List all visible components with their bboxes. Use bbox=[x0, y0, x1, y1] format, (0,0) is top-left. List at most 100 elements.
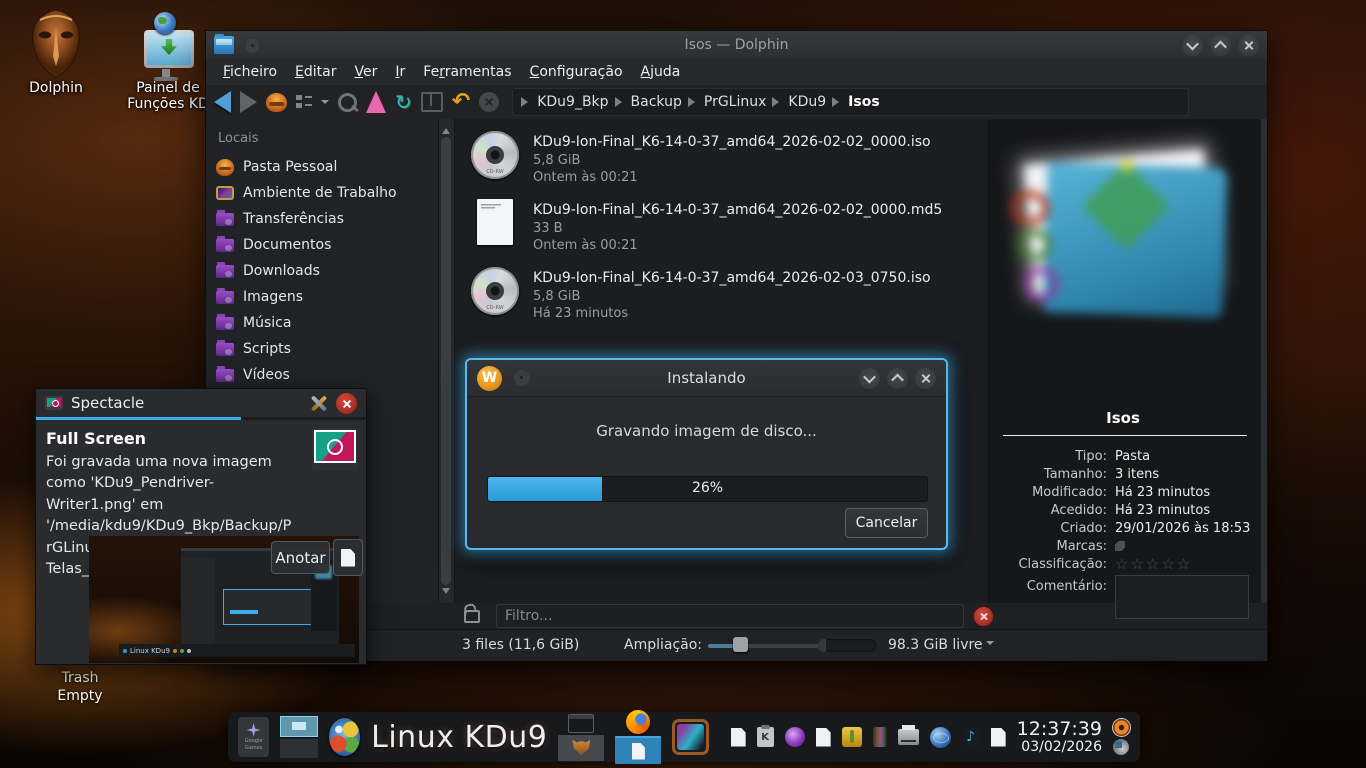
info-label-comentario: Comentário: bbox=[989, 579, 1107, 594]
refresh-button[interactable]: ↻ bbox=[395, 92, 412, 112]
titlebar[interactable]: Isos — Dolphin bbox=[206, 31, 1267, 60]
sidebar-item-scripts[interactable]: Scripts bbox=[206, 336, 438, 362]
sidebar-item-ambiente[interactable]: Ambiente de Trabalho bbox=[206, 180, 438, 206]
network-tray-icon[interactable] bbox=[930, 727, 951, 748]
file-name[interactable]: KDu9-Ion-Final_K6-14-0-37_amd64_2026-02-… bbox=[533, 269, 931, 288]
scroll-up-icon[interactable] bbox=[442, 124, 450, 134]
desktop-1-active[interactable] bbox=[280, 716, 318, 737]
forward-button[interactable] bbox=[240, 91, 257, 113]
painel-monitor-icon bbox=[144, 30, 194, 68]
printer-tray-icon[interactable] bbox=[898, 729, 919, 745]
digital-clock[interactable]: 12:37:39 03/02/2026 bbox=[1017, 720, 1102, 755]
info-panel-scrollbar[interactable] bbox=[1261, 119, 1267, 603]
dialog-maximize-button[interactable] bbox=[887, 368, 908, 389]
dolphin-desktop-icon-label[interactable]: Dolphin bbox=[10, 80, 102, 96]
sidebar-item-videos[interactable]: Vídeos bbox=[206, 362, 438, 388]
file-name[interactable]: KDu9-Ion-Final_K6-14-0-37_amd64_2026-02-… bbox=[533, 201, 942, 220]
desktop-2[interactable] bbox=[280, 739, 318, 758]
document-tray-icon[interactable] bbox=[816, 728, 831, 747]
minimize-button[interactable] bbox=[1182, 35, 1203, 56]
dialog-titlebar[interactable]: W Instalando bbox=[467, 360, 946, 397]
sidebar-item-pasta-pessoal[interactable]: Pasta Pessoal bbox=[206, 154, 438, 180]
document-tray-icon[interactable] bbox=[731, 728, 746, 747]
drive-tray-icon[interactable] bbox=[842, 727, 862, 747]
media-center-task-icon[interactable] bbox=[672, 719, 708, 755]
breadcrumb-isos[interactable]: Isos bbox=[848, 94, 880, 110]
trash-desktop-icon-label[interactable]: Trash Empty bbox=[40, 669, 120, 705]
undo-button[interactable]: ↶ bbox=[452, 92, 470, 112]
open-file-button[interactable] bbox=[333, 539, 363, 576]
filter-input[interactable] bbox=[496, 604, 964, 628]
close-filter-button[interactable] bbox=[974, 607, 993, 626]
fox-icon bbox=[572, 740, 590, 756]
cancel-button[interactable]: Cancelar bbox=[845, 508, 928, 538]
dialog-minimize-button[interactable] bbox=[859, 368, 880, 389]
split-view-button[interactable] bbox=[421, 92, 443, 112]
menu-configuracao[interactable]: Configuração bbox=[521, 61, 632, 83]
gimp-task-button[interactable] bbox=[558, 735, 604, 761]
canister-tray-icon[interactable] bbox=[873, 727, 887, 747]
filter-cone-button[interactable] bbox=[366, 91, 386, 113]
close-button[interactable] bbox=[1238, 35, 1259, 56]
configure-notification-icon[interactable] bbox=[308, 394, 328, 412]
virtual-desktop-pager[interactable] bbox=[280, 716, 318, 758]
stop-button[interactable] bbox=[479, 92, 499, 112]
audio-tray-icon[interactable]: ♪ bbox=[962, 728, 980, 746]
painel-desktop-icon-label[interactable]: Painel de Funções KD bbox=[118, 80, 218, 112]
stop-icon bbox=[484, 97, 494, 107]
maximize-button[interactable] bbox=[1210, 35, 1231, 56]
scrollbar-thumb[interactable] bbox=[441, 137, 451, 585]
annotate-button[interactable]: Anotar bbox=[271, 541, 330, 574]
search-button[interactable] bbox=[338, 93, 357, 112]
menu-ficheiro[interactable]: Ficheiro bbox=[214, 61, 286, 83]
purple-orb-tray-icon[interactable] bbox=[785, 727, 805, 747]
zoom-slider-handle[interactable] bbox=[733, 637, 748, 652]
menu-ferramentas[interactable]: Ferramentas bbox=[414, 61, 520, 83]
menu-ver[interactable]: Ver bbox=[346, 61, 387, 83]
free-space-label[interactable]: 98.3 GiB livre bbox=[888, 637, 994, 653]
sidebar-item-downloads[interactable]: Downloads bbox=[206, 258, 438, 284]
breadcrumb-prglinux[interactable]: PrGLinux bbox=[704, 94, 767, 110]
view-mode-dropdown-icon[interactable] bbox=[321, 100, 329, 108]
application-menu-button[interactable] bbox=[329, 718, 360, 756]
home-button[interactable] bbox=[266, 93, 287, 112]
sidebar-item-imagens[interactable]: Imagens bbox=[206, 284, 438, 310]
scroll-down-icon[interactable] bbox=[442, 588, 450, 598]
file-row[interactable]: CD-RW KDu9-Ion-Final_K6-14-0-37_amd64_20… bbox=[471, 131, 978, 193]
menu-ajuda[interactable]: Ajuda bbox=[632, 61, 690, 83]
rating-stars[interactable]: ☆☆☆☆☆ bbox=[1115, 555, 1255, 573]
back-button[interactable] bbox=[214, 91, 231, 113]
painel-desktop-icon[interactable] bbox=[140, 14, 192, 78]
zoom-slider-track[interactable] bbox=[708, 644, 820, 648]
sidebar-item-transferencias[interactable]: Transferências bbox=[206, 206, 438, 232]
sidebar-item-documentos[interactable]: Documentos bbox=[206, 232, 438, 258]
menu-ir[interactable]: Ir bbox=[386, 61, 414, 83]
document-tray-icon[interactable] bbox=[991, 728, 1006, 747]
notification-close-button[interactable] bbox=[336, 393, 357, 414]
dialog-close-button[interactable] bbox=[915, 368, 936, 389]
breadcrumb-kdu9bkp[interactable]: KDu9_Bkp bbox=[537, 94, 608, 110]
breadcrumb-backup[interactable]: Backup bbox=[631, 94, 682, 110]
info-label-modificado: Modificado: bbox=[989, 485, 1107, 500]
breadcrumb-kdu9[interactable]: KDu9 bbox=[788, 94, 826, 110]
add-tag-button[interactable] bbox=[1115, 540, 1255, 555]
panel-dial-icon[interactable] bbox=[1113, 739, 1129, 755]
places-scrollbar[interactable] bbox=[439, 119, 455, 603]
firefox-task-icon[interactable] bbox=[626, 710, 650, 734]
active-document-task-button[interactable] bbox=[615, 736, 661, 764]
view-mode-button[interactable] bbox=[296, 95, 312, 109]
menu-editar[interactable]: Editar bbox=[286, 61, 345, 83]
clipboard-tray-icon[interactable]: K bbox=[757, 727, 774, 747]
dolphin-desktop-icon[interactable] bbox=[26, 8, 86, 80]
sidebar-item-musica[interactable]: Música bbox=[206, 310, 438, 336]
breadcrumb[interactable]: KDu9_Bkp Backup PrGLinux KDu9 Isos bbox=[512, 88, 1189, 116]
info-value-modificado: Há 23 minutos bbox=[1115, 485, 1255, 500]
file-row[interactable]: KDu9-Ion-Final_K6-14-0-37_amd64_2026-02-… bbox=[471, 199, 978, 261]
file-name[interactable]: KDu9-Ion-Final_K6-14-0-37_amd64_2026-02-… bbox=[533, 133, 931, 152]
terminal-task-icon[interactable] bbox=[568, 714, 594, 733]
launcher-google-games[interactable]: Google Games bbox=[238, 717, 269, 757]
file-row[interactable]: CD-RW KDu9-Ion-Final_K6-14-0-37_amd64_20… bbox=[471, 267, 978, 329]
panel-target-icon[interactable] bbox=[1113, 719, 1130, 736]
toolbar: ↻ ↶ KDu9_Bkp Backup PrGLinux KDu9 Isos bbox=[206, 85, 1267, 120]
unlocked-padlock-icon[interactable] bbox=[464, 610, 480, 623]
